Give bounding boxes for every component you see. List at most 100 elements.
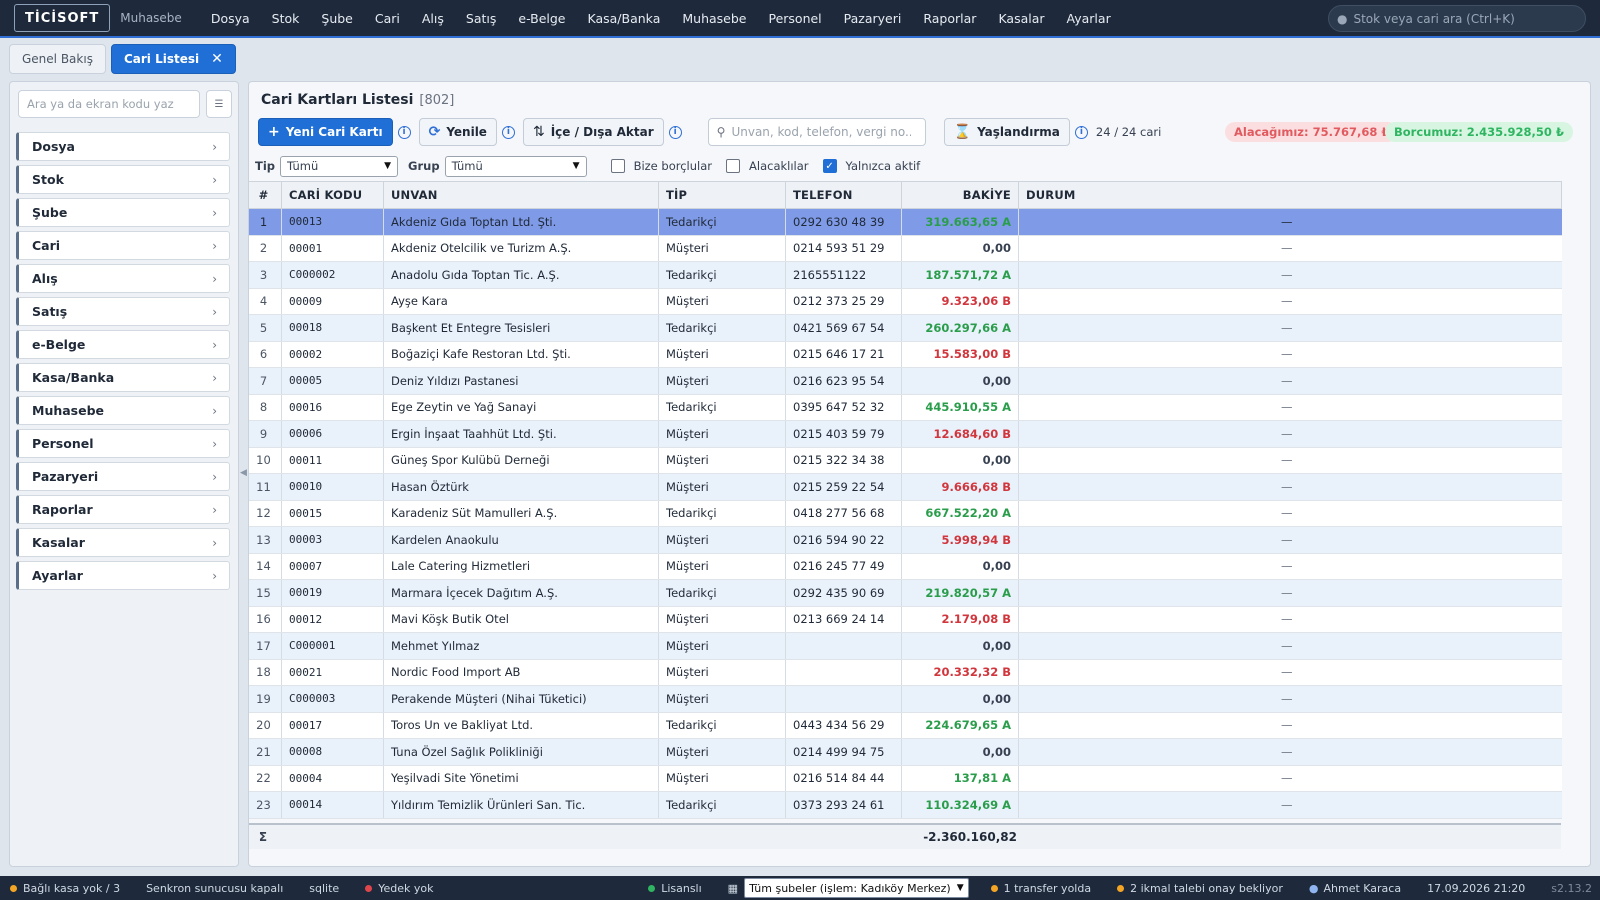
sidebar-item-9[interactable]: Personel › (16, 429, 230, 458)
column-header-type[interactable]: TİP (658, 181, 786, 209)
menu-item-9[interactable]: Personel (757, 0, 832, 37)
sidebar-item-4[interactable]: Alış › (16, 264, 230, 293)
sidebar-item-3[interactable]: Cari › (16, 231, 230, 260)
info-icon[interactable]: i (668, 125, 682, 139)
group-select[interactable]: Tümü ▼ (444, 155, 587, 177)
checkbox-receivers[interactable]: Alacaklılar (726, 159, 809, 173)
menu-item-3[interactable]: Cari (364, 0, 411, 37)
table-row[interactable]: 11 00010 Hasan Öztürk Müşteri 0215 259 22 54… (249, 473, 1562, 501)
info-icon[interactable]: i (1074, 125, 1088, 139)
cell-name: Karadeniz Süt Mamulleri A.Ş. (383, 500, 659, 527)
table-row[interactable]: 13 00003 Kardelen Anaokulu Müşteri 0216 594 … (249, 526, 1562, 554)
sidebar-search-input[interactable] (18, 90, 200, 118)
info-icon[interactable]: i (501, 125, 515, 139)
table-search[interactable]: ⚲ (707, 118, 926, 146)
menu-item-8[interactable]: Muhasebe (671, 0, 757, 37)
chevron-right-icon: › (212, 337, 217, 352)
table-row[interactable]: 5 00018 Başkent Et Entegre Tesisleri Tedari… (249, 314, 1562, 342)
sidebar-item-12[interactable]: Kasalar › (16, 528, 230, 557)
table-row[interactable]: 17 C000001 Mehmet Yılmaz Müşteri 0,00— (249, 632, 1562, 660)
table-row[interactable]: 10 00011 Güneş Spor Kulübü Derneği Müşteri 0… (249, 447, 1562, 474)
table-row[interactable]: 18 00021 Nordic Food Import AB Müşteri 20.33… (249, 659, 1562, 686)
menu-item-1[interactable]: Stok (261, 0, 311, 37)
new-cari-button[interactable]: + Yeni Cari Kartı (258, 118, 393, 146)
refresh-button[interactable]: ⟳ Yenile (418, 118, 497, 146)
sidebar-item-2[interactable]: Şube › (16, 198, 230, 227)
table-row[interactable]: 7 00005 Deniz Yıldızı Pastanesi Müşteri 0216… (249, 367, 1562, 395)
plus-icon: + (268, 124, 280, 140)
column-header-status[interactable]: DURUM (1018, 181, 1562, 209)
branch-select[interactable]: Tüm şubeler (işlem: Kadıköy Merkez) ▼ (744, 878, 969, 898)
menu-item-4[interactable]: Alış (411, 0, 455, 37)
column-header-number[interactable]: # (249, 181, 282, 209)
sidebar-item-10[interactable]: Pazaryeri › (16, 462, 230, 491)
menu-item-5[interactable]: Satış (455, 0, 507, 37)
type-select[interactable]: Tümü ▼ (280, 155, 399, 177)
table-row[interactable]: 23 00014 Yıldırım Temizlik Ürünleri San. T… (249, 791, 1562, 819)
table-row[interactable]: 2 00001 Akdeniz Otelcilik ve Turizm A.Ş. Mü… (249, 235, 1562, 262)
cell-name: Hasan Öztürk (383, 473, 659, 501)
filter-icon[interactable]: ☰ (206, 90, 232, 118)
checkbox-owed-box[interactable] (610, 159, 625, 173)
column-header-code[interactable]: CARİ KODU (281, 181, 384, 209)
table-row[interactable]: 19 C000003 Perakende Müşteri (Nihai Tüketi… (249, 685, 1562, 713)
column-header-balance[interactable]: BAKİYE (901, 181, 1019, 209)
table-row[interactable]: 14 00007 Lale Catering Hizmetleri Müşteri 02… (249, 553, 1562, 580)
menu-item-10[interactable]: Pazaryeri (833, 0, 913, 37)
tab-strip: Genel Bakış Cari Listesi ✕ (0, 40, 1600, 78)
cell-type: Müşteri (658, 685, 786, 713)
table-row[interactable]: 15 00019 Marmara İçecek Dağıtım A.Ş. Tedari… (249, 579, 1562, 607)
menu-item-7[interactable]: Kasa/Banka (577, 0, 672, 37)
sidebar-item-8[interactable]: Muhasebe › (16, 396, 230, 425)
table-row[interactable]: 20 00017 Toros Un ve Bakliyat Ltd. Tedarikç… (249, 712, 1562, 739)
checkbox-owed[interactable]: Bize borçlular (610, 159, 712, 173)
menu-item-6[interactable]: e-Belge (507, 0, 576, 37)
supply-status[interactable]: 2 ikmal talebi onay bekliyor (1117, 882, 1283, 895)
sidebar-item-11[interactable]: Raporlar › (16, 495, 230, 524)
table-row[interactable]: 8 00016 Ege Zeytin ve Yağ Sanayi Tedarikçi 0… (249, 394, 1562, 421)
column-header-name[interactable]: UNVAN (383, 181, 659, 209)
table-row[interactable]: 22 00004 Yeşilvadi Site Yönetimi Müşteri 021… (249, 765, 1562, 792)
table-row[interactable]: 6 00002 Boğaziçi Kafe Restoran Ltd. Şti. Mü… (249, 341, 1562, 368)
table-row[interactable]: 1 00013 Akdeniz Gıda Toptan Ltd. Şti. Tedar… (249, 208, 1562, 236)
collapse-left-icon[interactable]: ◀ (240, 468, 247, 480)
table-row[interactable]: 16 00012 Mavi Köşk Butik Otel Müşteri 0213 6… (249, 606, 1562, 633)
import-export-button[interactable]: ⇅ İçe / Dışa Aktar (522, 118, 664, 146)
close-icon[interactable]: ✕ (211, 51, 223, 67)
menu-item-11[interactable]: Raporlar (912, 0, 987, 37)
sidebar-item-0[interactable]: Dosya › (16, 132, 230, 161)
global-search[interactable]: ● (1328, 5, 1586, 32)
sidebar-item-1[interactable]: Stok › (16, 165, 230, 194)
sidebar-item-13[interactable]: Ayarlar › (16, 561, 230, 590)
checkbox-receivers-box[interactable] (726, 159, 741, 173)
cell-balance: 0,00 (901, 553, 1019, 580)
user-status[interactable]: ● Ahmet Karaca (1309, 882, 1401, 895)
sidebar-item-7[interactable]: Kasa/Banka › (16, 363, 230, 392)
transfer-status[interactable]: 1 transfer yolda (990, 882, 1091, 895)
check-icon[interactable]: ✓ (822, 159, 837, 173)
column-header-phone[interactable]: TELEFON (785, 181, 902, 209)
table-row[interactable]: 9 00006 Ergin İnşaat Taahhüt Ltd. Şti. Müşt… (249, 420, 1562, 448)
tab-cari-listesi[interactable]: Cari Listesi ✕ (110, 44, 236, 74)
checkbox-active-only[interactable]: ✓ Yalnızca aktif (822, 159, 920, 173)
menu-item-13[interactable]: Ayarlar (1056, 0, 1122, 37)
cell-name: Tuna Özel Sağlık Polikliniği (383, 738, 659, 766)
sidebar-item-5[interactable]: Satış › (16, 297, 230, 326)
cell-phone: 0216 623 95 54 (785, 367, 902, 395)
app-logo[interactable]: TİCİSOFT (14, 4, 111, 32)
table-row[interactable]: 4 00009 Ayşe Kara Müşteri 0212 373 25 29 9.32… (249, 288, 1562, 315)
aging-button[interactable]: ⌛ Yaşlandırma (943, 118, 1070, 146)
table-search-input[interactable] (731, 125, 912, 139)
global-search-input[interactable] (1353, 11, 1574, 26)
table-row[interactable]: 12 00015 Karadeniz Süt Mamulleri A.Ş. Tedar… (249, 500, 1562, 527)
tab-overview[interactable]: Genel Bakış (9, 44, 106, 74)
cell-number: 20 (249, 712, 282, 739)
branch-selector[interactable]: ▦ Tüm şubeler (işlem: Kadıköy Merkez) ▼ (728, 878, 969, 898)
sidebar-item-6[interactable]: e-Belge › (16, 330, 230, 359)
table-row[interactable]: 3 C000002 Anadolu Gıda Toptan Tic. A.Ş. Ted… (249, 261, 1562, 289)
menu-item-12[interactable]: Kasalar (987, 0, 1055, 37)
menu-item-2[interactable]: Şube (310, 0, 363, 37)
table-row[interactable]: 21 00008 Tuna Özel Sağlık Polikliniği Müşte… (249, 738, 1562, 766)
info-icon[interactable]: i (397, 125, 411, 139)
menu-item-0[interactable]: Dosya (200, 0, 261, 37)
